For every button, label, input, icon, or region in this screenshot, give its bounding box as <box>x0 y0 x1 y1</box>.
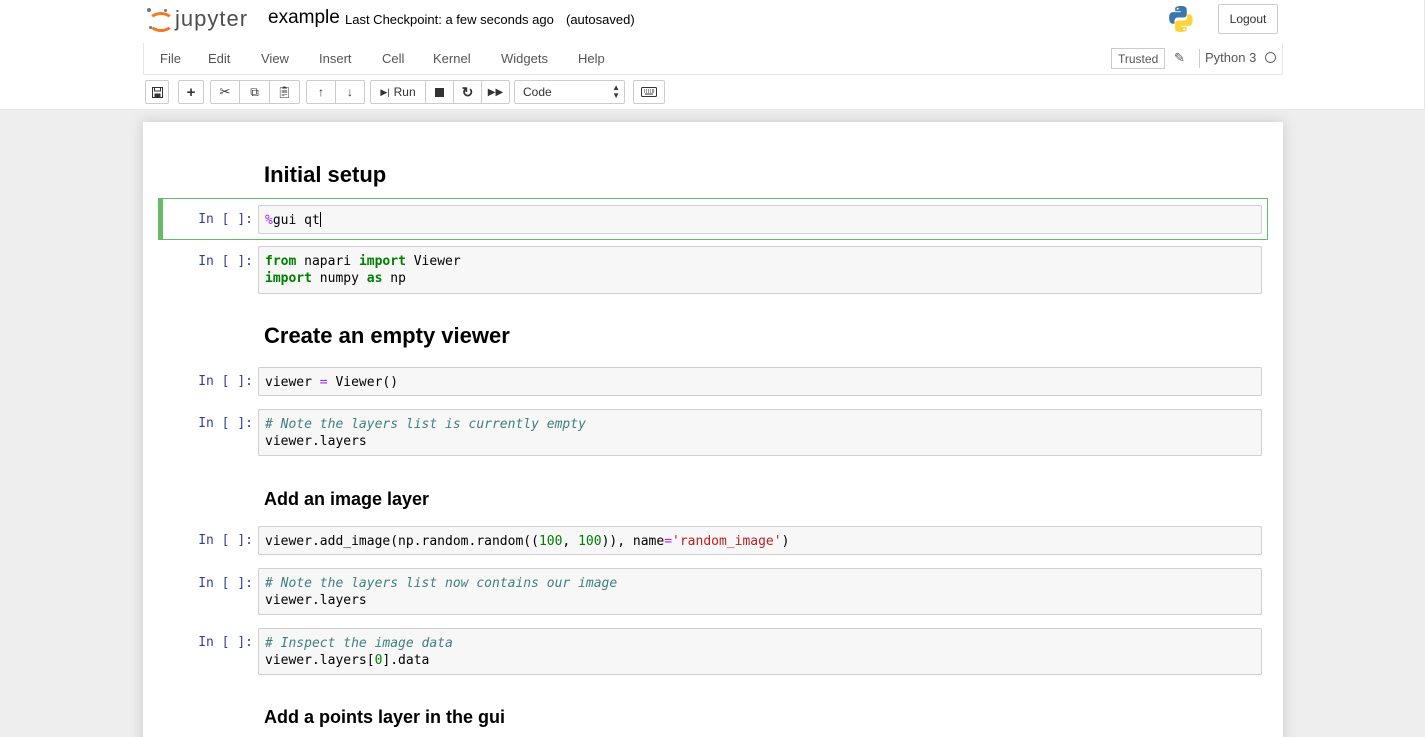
kernel-name[interactable]: Python 3 <box>1205 50 1256 65</box>
markdown-heading-add-image[interactable]: Add an image layer <box>264 489 429 510</box>
code-cell-input[interactable]: %gui qt <box>258 205 1262 234</box>
markdown-heading-add-points[interactable]: Add a points layer in the gui <box>264 707 505 728</box>
kernel-divider <box>1199 49 1200 68</box>
text-cursor <box>319 212 321 227</box>
checkpoint-status: Last Checkpoint: a few seconds ago <box>345 12 554 27</box>
cell-prompt: In [ ]: <box>198 374 253 389</box>
code-cell-input[interactable]: # Note the layers list now contains our … <box>258 568 1262 615</box>
insert-cell-below-button[interactable]: + <box>178 80 204 104</box>
arrow-up-icon: ↑ <box>318 85 324 99</box>
arrow-down-icon: ↓ <box>347 85 353 99</box>
menu-widgets[interactable]: Widgets <box>501 51 548 66</box>
menu-edit[interactable]: Edit <box>208 51 230 66</box>
scissors-icon: ✂ <box>219 84 231 99</box>
autosave-status: (autosaved) <box>566 12 635 27</box>
logout-button[interactable]: Logout <box>1218 4 1278 34</box>
cut-button[interactable]: ✂ <box>210 80 240 104</box>
paste-button[interactable]: 📋︎ <box>269 80 300 104</box>
menu-file[interactable]: File <box>160 51 181 66</box>
run-label: Run <box>393 85 416 99</box>
stop-icon <box>435 87 444 97</box>
cell-prompt: In [ ]: <box>198 212 253 227</box>
jupyter-logo[interactable]: jupyter <box>147 4 248 34</box>
cell-prompt: In [ ]: <box>198 416 253 431</box>
restart-icon: ↻ <box>461 83 474 100</box>
menu-help[interactable]: Help <box>578 51 605 66</box>
cell-prompt: In [ ]: <box>198 254 253 269</box>
command-palette-button[interactable] <box>633 80 665 104</box>
kernel-idle-indicator-icon <box>1265 52 1276 63</box>
notebook-name[interactable]: example <box>268 7 340 29</box>
menubar: File Edit View Insert Cell Kernel Widget… <box>143 43 1283 75</box>
menu-insert[interactable]: Insert <box>319 51 352 66</box>
paste-icon: 📋︎ <box>276 85 293 99</box>
code-cell-input[interactable]: # Inspect the image data viewer.layers[0… <box>258 628 1262 675</box>
cell-prompt: In [ ]: <box>198 533 253 548</box>
jupyter-logo-icon <box>147 8 174 32</box>
code-cell-input[interactable]: viewer.add_image(np.random.random((100, … <box>258 526 1262 555</box>
menu-view[interactable]: View <box>261 51 289 66</box>
cell-type-select[interactable]: Code ▲ ▼ <box>514 80 625 104</box>
markdown-heading-create-viewer[interactable]: Create an empty viewer <box>264 323 510 349</box>
run-button[interactable]: ▶︎| Run <box>370 80 426 104</box>
jupyter-logo-text: jupyter <box>175 6 249 31</box>
cell-type-value: Code <box>523 85 552 99</box>
pencil-icon[interactable]: ✎ <box>1174 50 1185 66</box>
move-up-button[interactable]: ↑ <box>306 80 336 104</box>
header: jupyter example Last Checkpoint: a few s… <box>0 0 1425 110</box>
trusted-indicator[interactable]: Trusted <box>1111 48 1166 69</box>
step-forward-icon: ▶︎| <box>380 86 390 97</box>
menu-cell[interactable]: Cell <box>382 51 404 66</box>
code-cell-input[interactable]: from napari import Viewer import numpy a… <box>258 246 1262 294</box>
code-cell-input[interactable]: # Note the layers list is currently empt… <box>258 409 1262 456</box>
plus-icon: + <box>186 83 196 101</box>
restart-run-all-button[interactable]: ▶︎▶︎ <box>481 80 510 104</box>
move-button-group: ↑ ↓ <box>306 80 365 104</box>
keyboard-icon <box>641 87 657 97</box>
notebook-container: Initial setup In [ ]: %gui qt In [ ]: fr… <box>143 122 1283 737</box>
move-down-button[interactable]: ↓ <box>335 80 365 104</box>
copy-button[interactable]: ⧉ <box>239 80 270 104</box>
run-button-group: ▶︎| Run ↻ ▶︎▶︎ <box>370 80 510 104</box>
restart-button[interactable]: ↻ <box>453 80 482 104</box>
copy-icon: ⧉ <box>250 84 259 99</box>
markdown-heading-initial-setup[interactable]: Initial setup <box>264 162 386 188</box>
python-logo-icon <box>1169 6 1193 32</box>
code-cell-input[interactable]: viewer = Viewer() <box>258 367 1262 396</box>
save-button[interactable] <box>145 80 169 104</box>
edit-button-group: ✂ ⧉ 📋︎ <box>210 80 300 104</box>
save-icon <box>151 86 163 98</box>
cell-prompt: In [ ]: <box>198 576 253 591</box>
cell-prompt: In [ ]: <box>198 635 253 650</box>
select-arrows-icon: ▲ ▼ <box>612 83 620 100</box>
interrupt-button[interactable] <box>425 80 454 104</box>
fast-forward-icon: ▶︎▶︎ <box>487 86 504 98</box>
menu-kernel[interactable]: Kernel <box>433 51 471 66</box>
